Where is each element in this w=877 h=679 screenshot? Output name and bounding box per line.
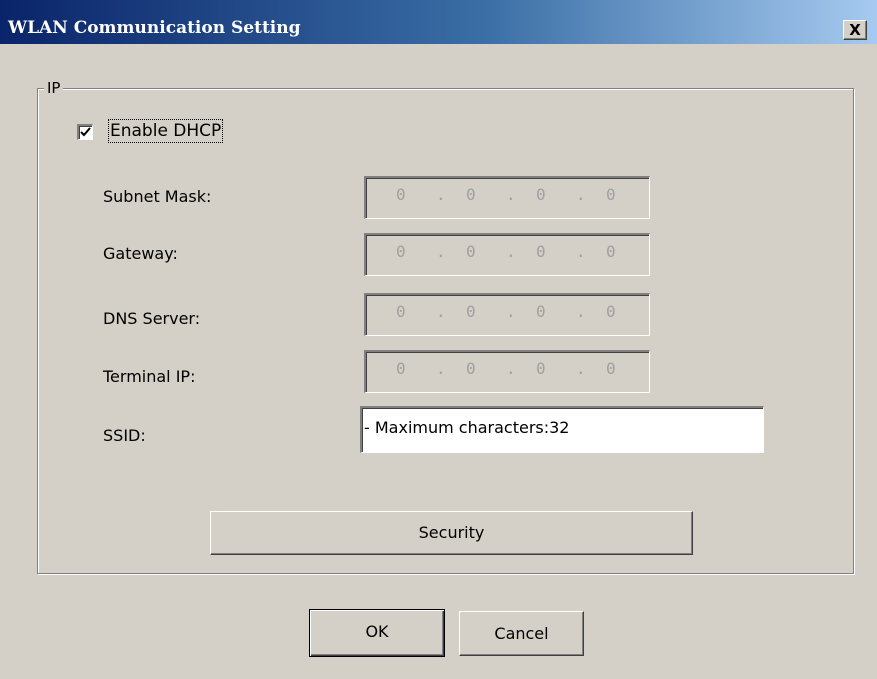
ip-octet: 0 xyxy=(396,242,406,261)
checkmark-icon xyxy=(80,127,91,137)
cancel-button[interactable]: Cancel xyxy=(459,611,584,656)
enable-dhcp-checkbox[interactable] xyxy=(77,124,93,140)
ip-octet: 0 xyxy=(536,185,546,204)
ip-dot: . xyxy=(576,302,586,321)
ip-dot: . xyxy=(506,302,516,321)
ip-octet: 0 xyxy=(396,359,406,378)
ip-octet: 0 xyxy=(396,185,406,204)
gateway-label: Gateway: xyxy=(103,244,178,263)
ip-octet: 0 xyxy=(466,359,476,378)
ip-octet: 0 xyxy=(536,359,546,378)
ip-dot: . xyxy=(576,185,586,204)
security-button[interactable]: Security xyxy=(210,511,693,555)
wlan-dialog: WLAN Communication Setting X IP Enable D… xyxy=(0,0,877,679)
ip-dot: . xyxy=(436,185,446,204)
ok-button[interactable]: OK xyxy=(309,609,445,657)
ssid-input[interactable]: - Maximum characters:32 xyxy=(360,406,764,453)
ip-octet: 0 xyxy=(606,185,616,204)
ip-dot: . xyxy=(576,359,586,378)
ip-octet: 0 xyxy=(606,359,616,378)
close-button[interactable]: X xyxy=(843,20,867,40)
ip-octet: 0 xyxy=(536,302,546,321)
ip-octet: 0 xyxy=(536,242,546,261)
ip-octet: 0 xyxy=(466,242,476,261)
ip-dot: . xyxy=(436,242,446,261)
close-icon: X xyxy=(849,21,861,39)
ip-dot: . xyxy=(506,185,516,204)
dns-server-label: DNS Server: xyxy=(103,309,201,328)
ip-octet: 0 xyxy=(396,302,406,321)
terminal-ip-field[interactable]: 0 . 0 . 0 . 0 xyxy=(364,350,650,393)
ip-dot: . xyxy=(436,302,446,321)
terminal-ip-label: Terminal IP: xyxy=(103,367,196,386)
ip-group-legend: IP xyxy=(44,79,64,97)
gateway-field[interactable]: 0 . 0 . 0 . 0 xyxy=(364,233,650,276)
ssid-label: SSID: xyxy=(103,426,146,445)
window-title: WLAN Communication Setting xyxy=(8,18,301,38)
enable-dhcp-label[interactable]: Enable DHCP xyxy=(108,119,224,143)
subnet-mask-field[interactable]: 0 . 0 . 0 . 0 xyxy=(364,176,650,219)
ip-dot: . xyxy=(506,242,516,261)
title-bar[interactable]: WLAN Communication Setting X xyxy=(0,0,877,44)
ip-octet: 0 xyxy=(466,302,476,321)
ip-dot: . xyxy=(506,359,516,378)
dns-server-field[interactable]: 0 . 0 . 0 . 0 xyxy=(364,293,650,336)
ip-octet: 0 xyxy=(606,302,616,321)
ip-octet: 0 xyxy=(606,242,616,261)
subnet-mask-label: Subnet Mask: xyxy=(103,187,212,206)
ip-dot: . xyxy=(436,359,446,378)
ip-dot: . xyxy=(576,242,586,261)
ip-octet: 0 xyxy=(466,185,476,204)
